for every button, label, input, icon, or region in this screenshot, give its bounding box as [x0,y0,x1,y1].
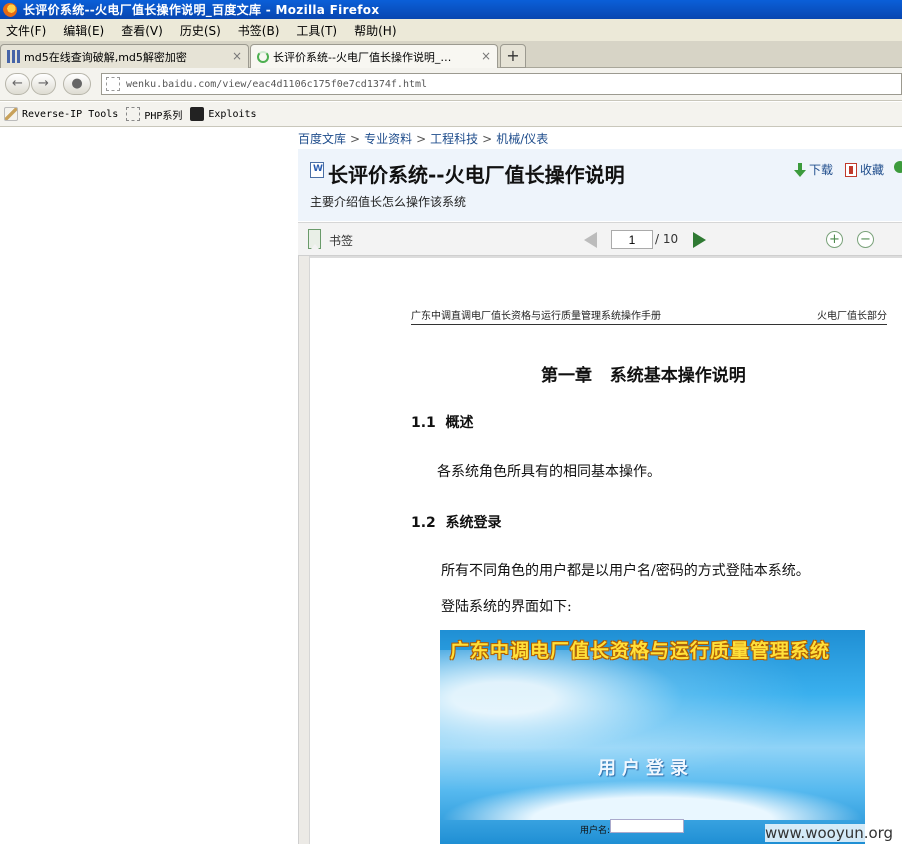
wave-decoration [440,780,865,820]
identity-button[interactable]: ● [63,73,91,95]
pencil-icon [4,107,18,121]
document-subtitle: 主要介绍值长怎么操作该系统 [310,195,467,209]
bookmark-icon [845,162,857,177]
body-paragraph: 所有不同角色的用户都是以用户名/密码的方式登陆本系统。 [441,563,810,579]
tab-close-icon[interactable]: × [481,49,491,63]
bookmark-exploits[interactable]: Exploits [190,107,257,121]
running-header: 广东中调直调电厂值长资格与运行质量管理系统操作手册 火电厂值长部分 [411,307,887,325]
navigation-bar: ← → ● wenku.baidu.com/view/eac4d1106c175… [0,68,902,101]
menu-view[interactable]: 查看(V) [121,22,163,39]
section-heading: 1.2 系统登录 [411,515,502,531]
username-field-image [610,819,684,833]
menu-history[interactable]: 历史(S) [180,22,221,39]
tab-close-icon[interactable]: × [232,49,242,63]
breadcrumb: 百度文库 > 专业资料 > 工程科技 > 机械/仪表 [298,132,549,146]
breadcrumb-link[interactable]: 专业资料 [364,132,412,146]
firefox-logo-icon [3,2,17,17]
breadcrumb-link[interactable]: 工程科技 [430,132,478,146]
running-header-right: 火电厂值长部分 [817,311,887,322]
menu-help[interactable]: 帮助(H) [354,22,396,39]
page-total: / 10 [655,232,679,246]
menu-bar: 文件(F) 编辑(E) 查看(V) 历史(S) 书签(B) 工具(T) 帮助(H… [0,19,902,41]
window-title: 长评价系统--火电厂值长操作说明_百度文库 - Mozilla Firefox [23,3,380,17]
title-bar: 长评价系统--火电厂值长操作说明_百度文库 - Mozilla Firefox [0,0,902,19]
login-screenshot-image: 广东中调电厂值长资格与运行质量管理系统 用户登录 用户名: [440,630,865,844]
document-page: 广东中调直调电厂值长资格与运行质量管理系统操作手册 火电厂值长部分 第一章 系统… [310,256,902,844]
url-text[interactable]: wenku.baidu.com/view/eac4d1106c175f0e7cd… [126,79,427,90]
running-header-left: 广东中调直调电厂值长资格与运行质量管理系统操作手册 [411,311,661,322]
chapter-title: 第一章 系统基本操作说明 [541,366,746,386]
help-icon[interactable] [894,161,902,173]
login-system-title: 广东中调电厂值长资格与运行质量管理系统 [450,640,831,662]
page-favicon-icon [106,77,120,91]
bookmark-panel-label[interactable]: 书签 [329,232,353,249]
identity-icon: ● [71,76,83,91]
menu-edit[interactable]: 编辑(E) [63,22,104,39]
viewer-toolbar: 书签 / 10 + − [298,222,902,256]
forward-button[interactable]: → [31,73,56,95]
login-heading: 用户登录 [598,758,694,779]
watermark: www.wooyun.org [765,824,894,842]
tab-strip: md5在线查询破解,md5解密加密 × 长评价系统--火电厂值长操作说明_… ×… [0,41,902,68]
exploit-figure-icon [190,107,205,121]
word-doc-icon [310,162,324,178]
bookmarks-toolbar: Reverse-IP Tools PHP系列 Exploits [0,102,902,127]
document-header: 长评价系统--火电厂值长操作说明 主要介绍值长怎么操作该系统 下载 收藏 [298,149,902,221]
viewer-gutter [298,256,310,844]
breadcrumb-link[interactable]: 机械/仪表 [496,132,548,146]
zoom-out-button[interactable]: − [857,231,874,248]
menu-bookmarks[interactable]: 书签(B) [238,22,280,39]
download-button[interactable]: 下载 [794,161,833,178]
page-content: 百度文库>专业资料>工程科技>机械/仪表 长评价系统--火电厂值长操作说明 主要… [0,128,902,844]
folder-icon [126,107,141,121]
document-title: 长评价系统--火电厂值长操作说明 [328,163,625,187]
section-heading: 1.1 概述 [411,415,474,431]
grid-favicon-icon [7,50,20,63]
loading-spinner-icon [257,50,269,63]
tab-md5[interactable]: md5在线查询破解,md5解密加密 × [0,44,249,68]
body-paragraph: 各系统角色所具有的相同基本操作。 [437,464,661,480]
menu-tools[interactable]: 工具(T) [296,22,337,39]
zoom-in-button[interactable]: + [826,231,843,248]
bookmark-php[interactable]: PHP系列 [126,107,182,122]
page-number-input[interactable] [611,230,653,249]
body-paragraph: 登陆系统的界面如下: [441,599,572,615]
menu-file[interactable]: 文件(F) [6,22,46,39]
next-page-icon[interactable] [693,232,706,248]
page-divider [310,256,902,258]
bookmark-label: PHP系列 [144,110,183,122]
download-icon [794,162,806,177]
prev-page-icon[interactable] [584,232,597,248]
back-button[interactable]: ← [5,73,30,95]
url-bar[interactable]: wenku.baidu.com/view/eac4d1106c175f0e7cd… [101,73,902,95]
bookmark-label: Exploits [208,108,257,120]
breadcrumb-link[interactable]: 百度文库 [298,132,346,146]
tab-label: md5在线查询破解,md5解密加密 [24,50,187,64]
bookmark-reverse-ip[interactable]: Reverse-IP Tools [4,107,118,121]
tab-label: 长评价系统--火电厂值长操作说明_… [273,50,452,64]
bookmark-flag-icon[interactable] [308,229,321,249]
tab-baidu-wenku[interactable]: 长评价系统--火电厂值长操作说明_… × [250,44,498,68]
username-label: 用户名: [580,826,611,836]
new-tab-button[interactable]: + [500,44,526,68]
favorite-button[interactable]: 收藏 [845,161,884,178]
bookmark-label: Reverse-IP Tools [22,108,119,120]
